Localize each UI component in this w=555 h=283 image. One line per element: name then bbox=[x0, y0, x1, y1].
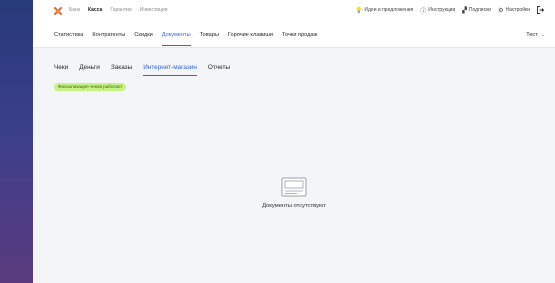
account-dropdown[interactable]: Тест ⌄ bbox=[526, 27, 545, 43]
main-nav: Статистика Контрагенты Скидки Документы … bbox=[54, 27, 326, 46]
logo-icon[interactable] bbox=[54, 7, 62, 15]
top-nav-item-investments[interactable]: Инвестиции bbox=[140, 7, 168, 13]
main-nav-item-goods[interactable]: Товары bbox=[200, 27, 219, 43]
tab-orders[interactable]: Заказы bbox=[111, 62, 132, 74]
main-content: Чеки Деньги Заказы Интернет-магазин Отче… bbox=[33, 48, 555, 283]
document-tabs: Чеки Деньги Заказы Интернет-магазин Отче… bbox=[54, 62, 241, 76]
ideas-link[interactable]: 💡 Идеи и предложения bbox=[355, 7, 413, 14]
settings-link[interactable]: ⚙ Настройки bbox=[498, 7, 530, 14]
account-name: Тест bbox=[526, 32, 538, 38]
instructions-link[interactable]: ⓘ Инструкции bbox=[420, 6, 455, 15]
logout-icon[interactable] bbox=[537, 6, 544, 14]
chart-icon: ▞ bbox=[462, 7, 467, 14]
lightbulb-icon: 💡 bbox=[354, 7, 363, 14]
top-nav-item-kassa[interactable]: Касса bbox=[88, 7, 102, 13]
main-nav-item-hotkeys[interactable]: Горячие клавиши bbox=[228, 27, 273, 43]
main-nav-bar: Статистика Контрагенты Скидки Документы … bbox=[33, 27, 555, 46]
main-nav-item-discounts[interactable]: Скидки bbox=[134, 27, 152, 43]
top-nav-bar: Банк Касса Гарантии Инвестиции 💡 Идеи и … bbox=[33, 0, 555, 20]
tab-reports[interactable]: Отчеты bbox=[208, 62, 230, 74]
help-circle-icon: ⓘ bbox=[420, 8, 427, 15]
chevron-down-icon: ⌄ bbox=[540, 32, 545, 38]
tab-online-store[interactable]: Интернет-магазин bbox=[143, 62, 197, 76]
document-placeholder-icon bbox=[281, 177, 307, 197]
ideas-label: Идеи и предложения bbox=[364, 7, 414, 13]
status-badge: Фискализация чеков работает bbox=[54, 83, 127, 91]
main-nav-item-contractors[interactable]: Контрагенты bbox=[92, 27, 125, 43]
top-nav-item-bank[interactable]: Банк bbox=[69, 7, 80, 13]
top-nav-item-guarantees[interactable]: Гарантии bbox=[110, 7, 131, 13]
subscriptions-link[interactable]: ▞ Подписки bbox=[462, 7, 491, 14]
app-window: Банк Касса Гарантии Инвестиции 💡 Идеи и … bbox=[33, 0, 555, 283]
tab-money[interactable]: Деньги bbox=[79, 62, 100, 74]
settings-label: Настройки bbox=[505, 7, 530, 13]
main-nav-item-documents[interactable]: Документы bbox=[161, 27, 191, 46]
top-nav-right: 💡 Идеи и предложения ⓘ Инструкции ▞ Подп… bbox=[355, 0, 555, 20]
instructions-label: Инструкции bbox=[428, 7, 456, 13]
gear-icon: ⚙ bbox=[498, 7, 504, 14]
main-nav-item-statistics[interactable]: Статистика bbox=[54, 27, 83, 43]
main-nav-item-sale-points[interactable]: Точки продаж bbox=[282, 27, 317, 43]
subscriptions-label: Подписки bbox=[468, 7, 492, 13]
header: Банк Касса Гарантии Инвестиции 💡 Идеи и … bbox=[33, 0, 555, 48]
top-nav: Банк Касса Гарантии Инвестиции bbox=[69, 0, 176, 20]
tab-receipts[interactable]: Чеки bbox=[54, 62, 68, 74]
empty-state: Документы отсутствуют bbox=[33, 177, 555, 209]
empty-state-text: Документы отсутствуют bbox=[262, 203, 326, 209]
